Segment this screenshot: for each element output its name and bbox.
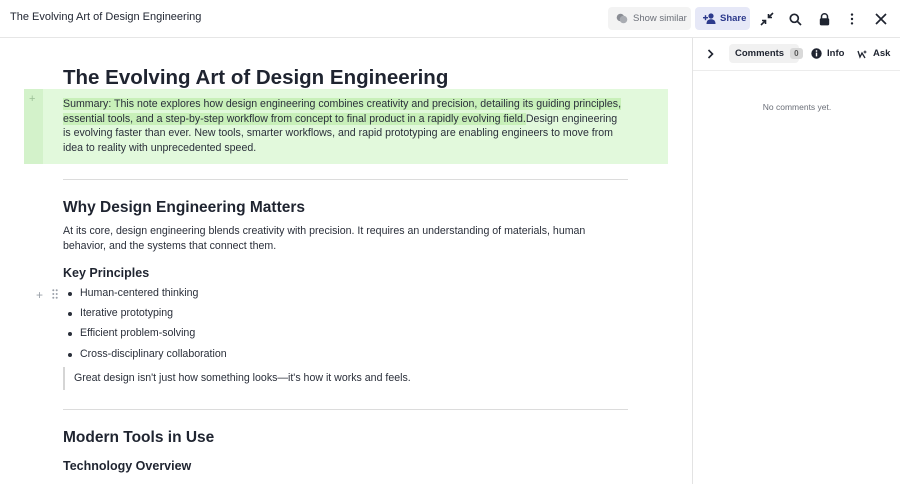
ask-label: Ask (873, 48, 891, 59)
more-options-icon[interactable] (841, 8, 863, 30)
blockquote[interactable]: Great design isn't just how something lo… (63, 367, 411, 390)
info-label: Info (827, 48, 845, 59)
list-item[interactable]: Iterative prototyping (63, 307, 227, 327)
list-item[interactable]: Efficient problem-solving (63, 327, 227, 347)
principles-list: Human-centered thinking Iterative protot… (63, 287, 227, 368)
section-heading-why: Why Design Engineering Matters (63, 199, 306, 216)
comments-label: Comments (735, 48, 785, 59)
side-panel-header: Comments 0 Info Ask (693, 38, 900, 71)
page-title: The Evolving Art of Design Engineering (63, 66, 449, 89)
close-icon[interactable] (870, 8, 892, 30)
side-panel: Comments 0 Info Ask No comments yet. (692, 38, 900, 484)
show-similar-button[interactable]: Show similar (608, 7, 691, 30)
comments-count-badge: 0 (790, 48, 803, 59)
share-label: Share (720, 13, 747, 24)
similar-icon (616, 13, 628, 24)
ask-icon (857, 49, 867, 59)
divider (63, 179, 628, 180)
collapse-icon[interactable] (756, 8, 778, 30)
section-paragraph: At its core, design engineering blends c… (63, 225, 586, 252)
empty-comments-text: No comments yet. (762, 102, 832, 112)
tab-comments[interactable]: Comments 0 (729, 44, 803, 63)
add-person-icon (703, 13, 716, 24)
list-item[interactable]: Cross-disciplinary collaboration (63, 348, 227, 368)
section-heading-tools: Modern Tools in Use (63, 429, 215, 446)
search-icon[interactable] (784, 8, 806, 30)
add-block-icon[interactable]: + (29, 93, 35, 105)
document-title: The Evolving Art of Design Engineering (10, 11, 202, 23)
show-similar-label: Show similar (633, 13, 687, 24)
info-icon (811, 48, 822, 59)
chevron-right-icon[interactable] (703, 47, 717, 61)
tab-info[interactable]: Info (809, 44, 844, 63)
summary-paragraph[interactable]: Summary: This note explores how design e… (63, 97, 623, 155)
drag-handle-icon[interactable] (52, 289, 58, 299)
share-button[interactable]: Share (695, 7, 750, 30)
key-principles-heading: Key Principles (63, 266, 150, 280)
add-block-icon[interactable]: + (36, 288, 43, 302)
lock-icon[interactable] (813, 8, 835, 30)
tab-ask[interactable]: Ask (857, 44, 890, 63)
top-bar: The Evolving Art of Design Engineering S… (0, 0, 900, 38)
document-body: The Evolving Art of Design Engineering +… (0, 38, 691, 484)
technology-overview-heading: Technology Overview (63, 459, 192, 473)
divider (63, 409, 628, 410)
list-item[interactable]: Human-centered thinking (63, 287, 227, 307)
